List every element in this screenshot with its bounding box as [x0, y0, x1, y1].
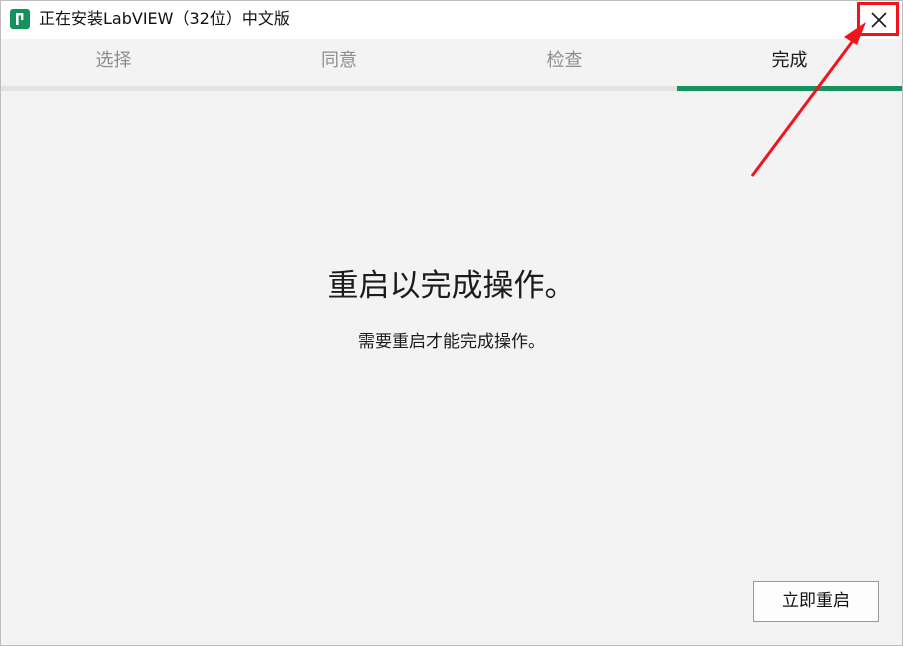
labview-installer-icon — [10, 9, 30, 29]
tab-progress-bar — [1, 86, 226, 91]
installer-window: 正在安装LabVIEW（32位）中文版 选择 同意 检查 完成 重启以完成操作。… — [0, 0, 903, 646]
restart-now-button[interactable]: 立即重启 — [753, 581, 879, 622]
step-tabs: 选择 同意 检查 完成 — [1, 42, 902, 91]
close-button[interactable] — [857, 2, 899, 36]
close-icon — [871, 12, 887, 28]
tab-finish[interactable]: 完成 — [677, 42, 902, 91]
tab-agree[interactable]: 同意 — [226, 42, 452, 91]
tab-select[interactable]: 选择 — [1, 42, 226, 91]
page-subtext: 需要重启才能完成操作。 — [358, 332, 545, 352]
tab-label: 选择 — [95, 50, 132, 71]
title-bar[interactable]: 正在安装LabVIEW（32位）中文版 — [1, 1, 902, 39]
tab-label: 完成 — [771, 50, 808, 71]
tab-progress-bar — [677, 86, 902, 91]
tab-label: 检查 — [546, 50, 583, 71]
window-title: 正在安装LabVIEW（32位）中文版 — [39, 9, 290, 28]
tab-progress-bar — [452, 86, 677, 91]
page-heading: 重启以完成操作。 — [327, 268, 576, 304]
tab-label: 同意 — [321, 50, 357, 71]
tab-progress-bar — [226, 86, 452, 91]
tab-check[interactable]: 检查 — [452, 42, 677, 91]
